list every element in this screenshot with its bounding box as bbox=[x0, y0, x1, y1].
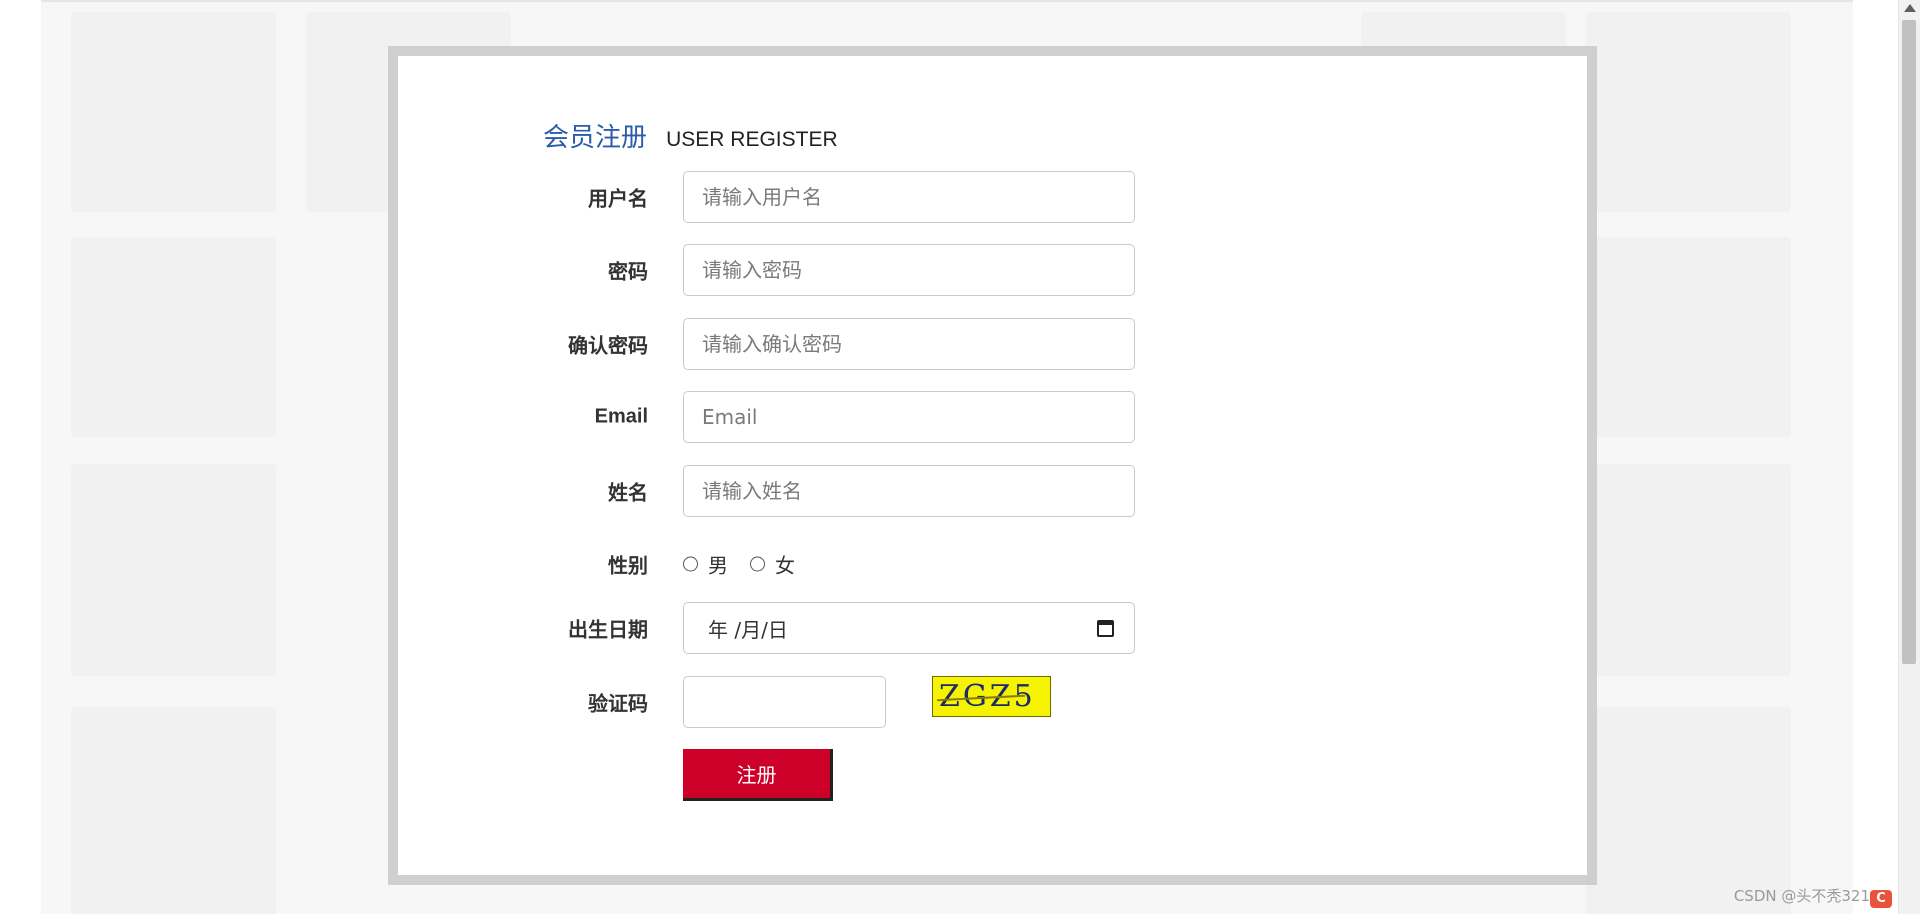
gender-radio-group: 男 女 bbox=[683, 550, 817, 579]
kiwi-icon bbox=[71, 707, 276, 914]
name-input[interactable] bbox=[683, 465, 1135, 517]
chevron-up-icon[interactable] bbox=[1904, 4, 1916, 12]
confirm-password-label: 确认密码 bbox=[568, 335, 648, 358]
password-input[interactable] bbox=[683, 244, 1135, 296]
watermark-text: CSDN @头不秃321 bbox=[1733, 887, 1870, 905]
vertical-scrollbar[interactable] bbox=[1898, 0, 1920, 914]
email-input[interactable] bbox=[683, 391, 1135, 443]
csdn-logo-icon: C bbox=[1870, 890, 1892, 908]
captcha-row: 验证码 ZGZ5 bbox=[398, 676, 1298, 728]
captcha-image[interactable]: ZGZ5 bbox=[932, 676, 1051, 717]
register-button[interactable]: 注册 bbox=[683, 749, 833, 801]
monitor-icon bbox=[1586, 12, 1791, 212]
radio-male[interactable] bbox=[683, 556, 698, 572]
register-modal-frame: 会员注册 USER REGISTER 用户名 密码 确认密码 Email 姓名 … bbox=[388, 46, 1597, 885]
captcha-label: 验证码 bbox=[588, 693, 648, 716]
confirm-password-input[interactable] bbox=[683, 318, 1135, 370]
register-modal: 会员注册 USER REGISTER 用户名 密码 确认密码 Email 姓名 … bbox=[398, 56, 1587, 875]
birthdate-row: 出生日期 年 /月/日 bbox=[398, 602, 1298, 654]
apple-icon bbox=[71, 12, 276, 212]
sneaker-icon bbox=[1586, 237, 1791, 437]
title-cn: 会员注册 bbox=[543, 123, 648, 153]
name-row: 姓名 bbox=[398, 465, 1298, 517]
password-row: 密码 bbox=[398, 244, 1298, 296]
radio-female[interactable] bbox=[750, 556, 765, 572]
gender-male-label: 男 bbox=[708, 553, 728, 578]
bottle-icon bbox=[71, 464, 276, 676]
gender-row: 性别 男 女 bbox=[398, 538, 1298, 590]
captcha-input[interactable] bbox=[683, 676, 886, 728]
gender-option-male[interactable]: 男 bbox=[683, 550, 728, 579]
calendar-icon[interactable] bbox=[1097, 619, 1114, 637]
password-label: 密码 bbox=[608, 261, 648, 284]
confirm-password-row: 确认密码 bbox=[398, 318, 1298, 370]
scroll-thumb[interactable] bbox=[1902, 20, 1916, 664]
cocktail-icon bbox=[71, 237, 276, 437]
email-label: Email bbox=[594, 405, 648, 428]
username-label: 用户名 bbox=[588, 188, 648, 211]
birthdate-display: 年 /月/日 bbox=[708, 617, 788, 642]
music-player-icon bbox=[1586, 464, 1791, 676]
title-en: USER REGISTER bbox=[666, 128, 838, 151]
gender-option-female[interactable]: 女 bbox=[750, 550, 795, 579]
camera-icon bbox=[1586, 707, 1791, 914]
birthdate-input[interactable]: 年 /月/日 bbox=[683, 602, 1135, 654]
submit-row: 注册 bbox=[398, 749, 1298, 801]
username-input[interactable] bbox=[683, 171, 1135, 223]
email-row: Email bbox=[398, 391, 1298, 443]
birthdate-label: 出生日期 bbox=[568, 619, 648, 642]
form-title: 会员注册 USER REGISTER bbox=[543, 117, 838, 154]
gender-female-label: 女 bbox=[775, 553, 795, 578]
gender-label: 性别 bbox=[608, 555, 648, 578]
name-label: 姓名 bbox=[608, 482, 648, 505]
username-row: 用户名 bbox=[398, 171, 1298, 223]
